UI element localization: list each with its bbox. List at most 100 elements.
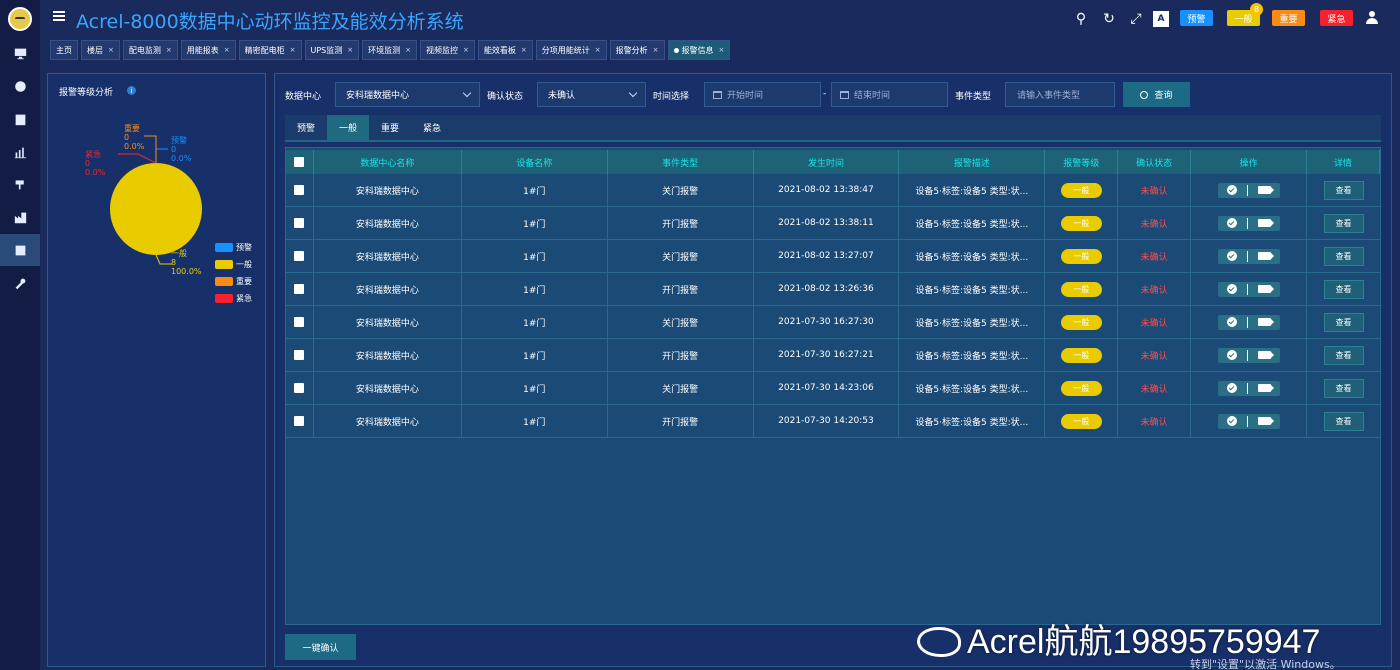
video-camera-icon[interactable] [1257,285,1274,293]
confirm-check-icon[interactable] [1226,317,1237,327]
tab-item[interactable]: 精密配电柜 × [238,40,302,60]
user-icon[interactable] [1365,11,1379,25]
row-checkbox[interactable] [294,416,305,426]
close-icon[interactable]: × [290,46,296,54]
tab-item[interactable]: 配电监测 × [122,40,178,60]
confirm-check-icon[interactable] [1226,251,1237,261]
row-checkbox[interactable] [294,251,305,261]
tab-item[interactable]: 报警分析 × [609,40,665,60]
close-icon[interactable]: × [108,46,114,54]
close-icon[interactable]: × [166,46,172,54]
fullscreen-icon[interactable]: ⤢ [1128,11,1144,27]
video-camera-icon[interactable] [1257,384,1274,392]
close-icon[interactable]: × [347,46,353,54]
tab-level[interactable]: 紧急 [411,115,453,140]
table-row[interactable]: 安科瑞数据中心 1#门 关门报警 2021-07-30 16:27:30 设备5·标签:… [286,306,1380,339]
close-icon[interactable]: × [463,46,469,54]
video-camera-icon[interactable] [1257,252,1274,260]
table-row[interactable]: 安科瑞数据中心 1#门 开门报警 2021-08-02 13:38:11 设备5·标签:… [286,207,1380,240]
tab-level[interactable]: 一般 [327,115,370,140]
confirm-check-icon[interactable] [1226,218,1237,228]
video-camera-icon[interactable] [1257,318,1274,326]
search-button[interactable]: 查询 [1123,82,1190,107]
close-icon[interactable]: × [224,46,230,54]
confirm-check-icon[interactable] [1226,383,1237,393]
tab-item[interactable]: 报警信息 × [667,40,731,60]
bar-chart-icon[interactable] [0,136,40,168]
camera-icon[interactable] [0,168,40,200]
tab-item[interactable]: 视频监控 × [420,40,475,60]
close-icon[interactable]: × [405,46,411,54]
monitor-icon[interactable] [0,37,40,69]
tab-item[interactable]: 主页 [50,40,78,60]
tab-item[interactable]: 能效看板 × [477,40,533,60]
row-checkbox[interactable] [294,218,305,228]
view-detail-button[interactable]: 查看 [1323,411,1364,431]
event-type-input[interactable]: 请输入事件类型 [1005,82,1115,107]
level-button-important[interactable]: 重要 [1272,10,1305,26]
view-detail-button[interactable]: 查看 [1323,246,1364,266]
avatar[interactable] [8,7,32,31]
confirm-check-icon[interactable] [1226,416,1237,426]
globe-icon[interactable] [0,70,40,102]
confirm-check-icon[interactable] [1226,185,1237,195]
report-icon[interactable] [0,234,40,266]
video-camera-icon[interactable] [1257,351,1274,359]
pie-slice[interactable] [110,163,202,255]
row-checkbox[interactable] [294,383,305,393]
datacenter-select[interactable]: 安科瑞数据中心 [335,82,480,107]
confirm-check-icon[interactable] [1226,350,1237,360]
confirm-check-icon[interactable] [1226,284,1237,294]
close-icon[interactable]: × [653,46,659,54]
detail-cell: 查看 [1307,273,1380,305]
view-detail-button[interactable]: 查看 [1323,345,1364,365]
table-row[interactable]: 安科瑞数据中心 1#门 关门报警 2021-08-02 13:38:47 设备5·标签:… [286,174,1380,207]
building-icon[interactable] [0,103,40,135]
table-row[interactable]: 安科瑞数据中心 1#门 关门报警 2021-08-02 13:27:07 设备5·标签:… [286,240,1380,273]
video-camera-icon[interactable] [1257,186,1274,194]
confirm-all-button[interactable]: 一键确认 [285,634,356,660]
refresh-icon[interactable]: ↻ [1101,11,1117,27]
tab-level[interactable]: 重要 [369,115,411,140]
legend-item[interactable]: 重要 [215,276,252,287]
table-row[interactable]: 安科瑞数据中心 1#门 开门报警 2021-07-30 14:20:53 设备5·标签:… [286,405,1380,438]
tab-item[interactable]: 楼层 × [81,40,120,60]
factory-icon[interactable] [0,201,40,233]
tab-item[interactable]: 分项用能统计 × [535,40,607,60]
view-detail-button[interactable]: 查看 [1323,213,1364,233]
close-icon[interactable]: × [521,46,527,54]
view-detail-button[interactable]: 查看 [1323,312,1364,332]
close-icon[interactable]: × [719,46,725,54]
row-checkbox[interactable] [294,284,305,294]
video-camera-icon[interactable] [1257,219,1274,227]
table-row[interactable]: 安科瑞数据中心 1#门 开门报警 2021-08-02 13:26:36 设备5·标签:… [286,273,1380,306]
row-checkbox[interactable] [294,185,305,195]
pie-leader-line [118,153,157,164]
tab-item[interactable]: UPS监测 × [304,40,360,60]
start-time-input[interactable]: 开始时间 [704,82,821,107]
close-icon[interactable]: × [595,46,601,54]
legend-item[interactable]: 紧急 [215,293,252,304]
video-camera-icon[interactable] [1257,417,1274,425]
legend-item[interactable]: 预警 [215,242,252,253]
row-checkbox[interactable] [294,317,305,327]
confirm-status-select[interactable]: 未确认 [537,82,646,107]
menu-icon[interactable] [53,11,65,21]
table-row[interactable]: 安科瑞数据中心 1#门 关门报警 2021-07-30 14:23:06 设备5·标签:… [286,372,1380,405]
end-time-input[interactable]: 结束时间 [831,82,948,107]
row-checkbox[interactable] [294,350,305,360]
translate-icon[interactable]: A [1153,11,1169,27]
tab-item[interactable]: 环境监测 × [362,40,418,60]
level-button-warning[interactable]: 预警 [1180,10,1213,26]
legend-item[interactable]: 一般 [215,259,252,270]
search-icon[interactable]: ⚲ [1073,11,1089,27]
tab-level[interactable]: 预警 [285,115,327,140]
table-row[interactable]: 安科瑞数据中心 1#门 开门报警 2021-07-30 16:27:21 设备5·标签:… [286,339,1380,372]
level-button-urgent[interactable]: 紧急 [1320,10,1353,26]
view-detail-button[interactable]: 查看 [1323,279,1364,299]
view-detail-button[interactable]: 查看 [1323,378,1364,398]
tab-item[interactable]: 用能报表 × [180,40,236,60]
tools-icon[interactable] [0,267,40,299]
select-all-checkbox[interactable] [294,157,305,167]
view-detail-button[interactable]: 查看 [1323,180,1364,200]
